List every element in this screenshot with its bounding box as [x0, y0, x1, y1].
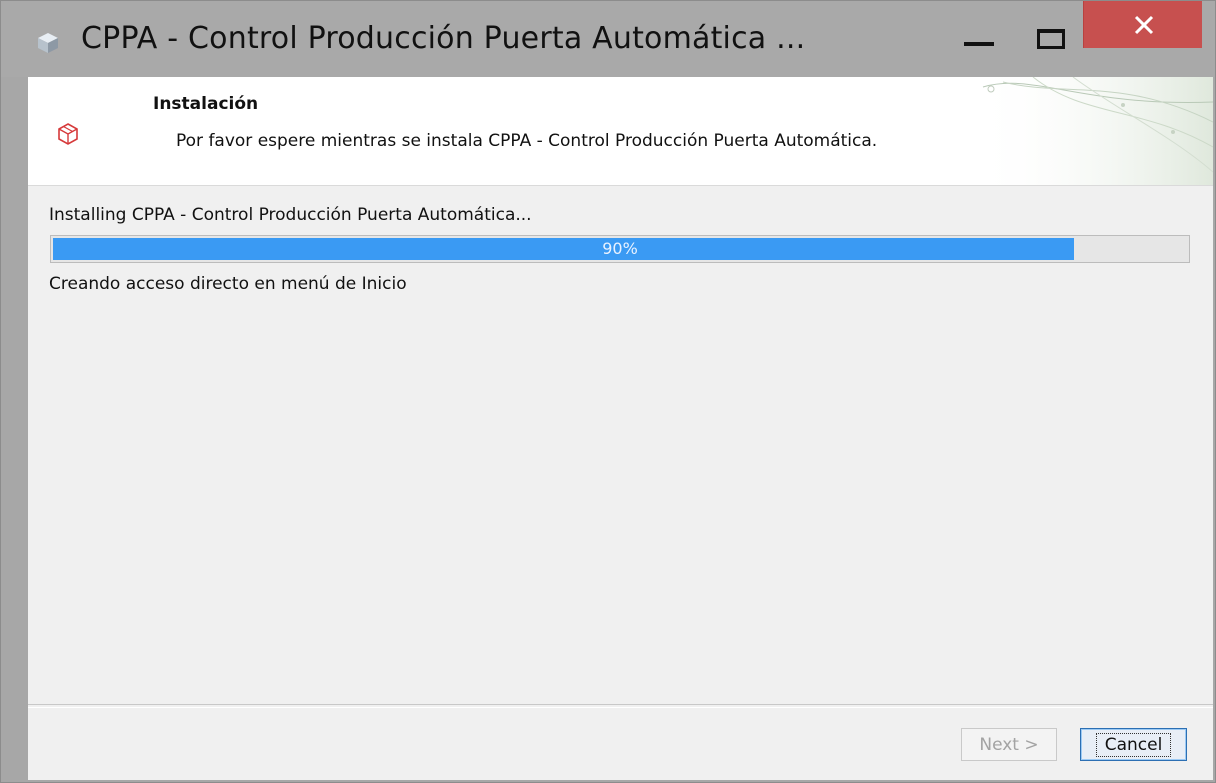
installing-label: Installing CPPA - Control Producción Pue… [49, 205, 532, 225]
installer-window: CPPA - Control Producción Puerta Automát… [0, 0, 1216, 783]
maximize-button[interactable] [1021, 1, 1081, 49]
close-button[interactable] [1083, 1, 1202, 48]
footer-divider [28, 704, 1213, 708]
header-description: Por favor espere mientras se instala CPP… [176, 131, 878, 151]
cancel-button-label: Cancel [1095, 732, 1172, 757]
title-bar[interactable]: CPPA - Control Producción Puerta Automát… [1, 1, 1215, 77]
progress-percent: 90% [602, 239, 638, 258]
close-icon [1134, 15, 1154, 35]
progress-bar: 90% [50, 235, 1190, 263]
minimize-button[interactable] [956, 1, 1008, 48]
install-box-icon [58, 123, 78, 145]
next-button[interactable]: Next > [961, 728, 1057, 761]
header-decoration [973, 77, 1213, 185]
header-title: Instalación [153, 94, 259, 114]
wizard-header: Instalación Por favor espere mientras se… [28, 77, 1213, 186]
status-text: Creando acceso directo en menú de Inicio [49, 274, 407, 294]
app-cube-icon [38, 33, 58, 53]
window-title: CPPA - Control Producción Puerta Automát… [81, 21, 806, 56]
cancel-button[interactable]: Cancel [1080, 728, 1187, 761]
next-button-label: Next > [979, 734, 1039, 755]
client-area: Instalación Por favor espere mientras se… [28, 77, 1213, 780]
